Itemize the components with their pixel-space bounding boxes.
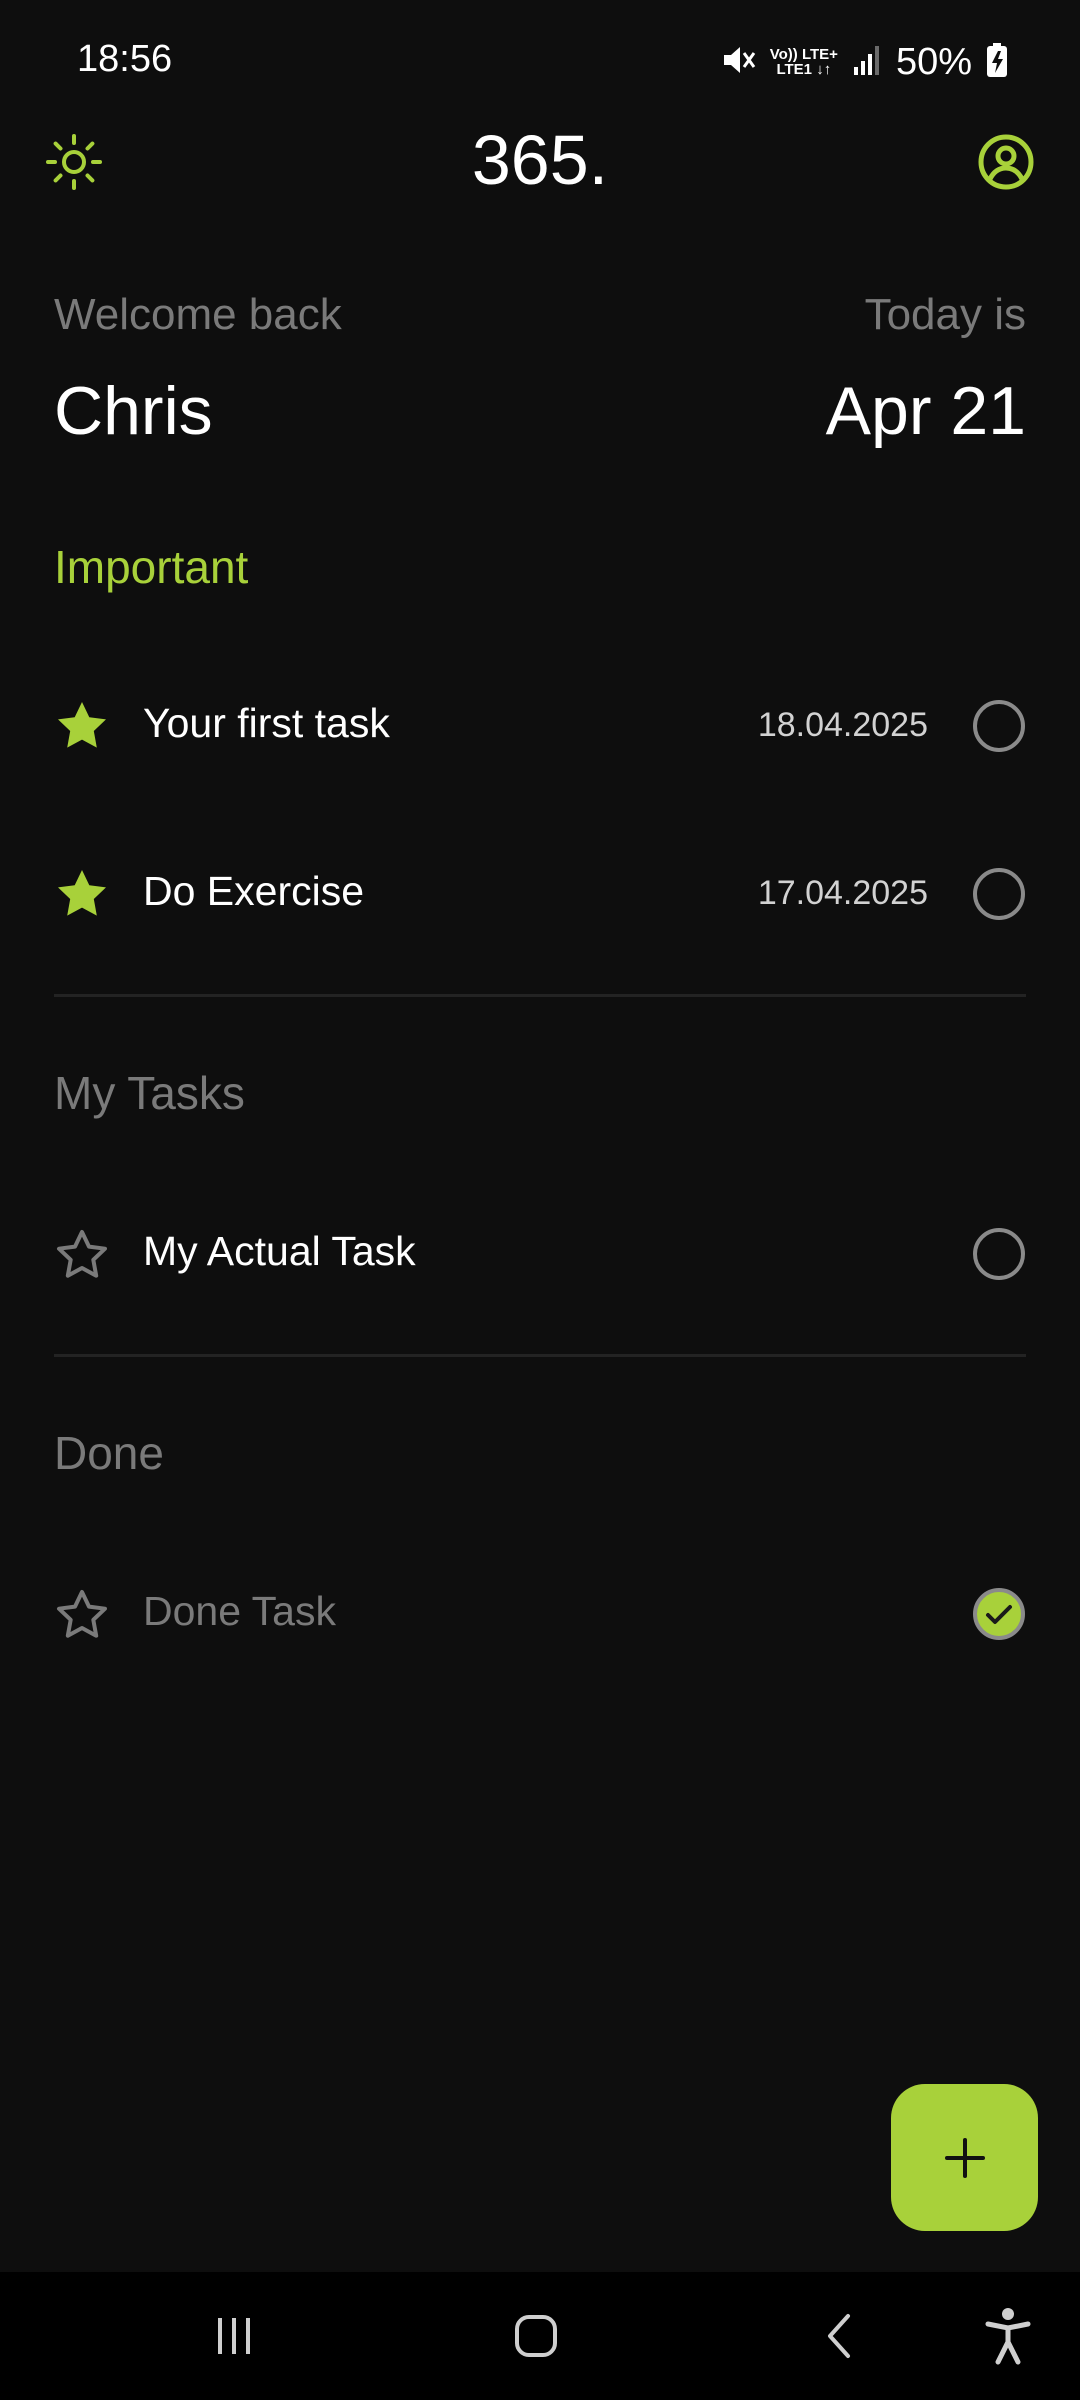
- signal-icon: [852, 43, 882, 82]
- task-title: My Actual Task: [143, 1228, 416, 1274]
- task-row[interactable]: Done Task: [54, 1560, 1026, 1670]
- today-label: Today is: [864, 290, 1026, 339]
- network-label: Vo)) LTE+ LTE1 ↓↑: [770, 47, 838, 77]
- greeting: Welcome back Chris Today is Apr 21: [54, 290, 1026, 460]
- status-icons: Vo)) LTE+ LTE1 ↓↑ 50%: [720, 38, 1008, 86]
- profile-icon: [978, 134, 1034, 190]
- task-title: Done Task: [143, 1588, 336, 1634]
- add-task-button[interactable]: [891, 2084, 1038, 2231]
- star-filled-icon[interactable]: [54, 699, 110, 755]
- accessibility-icon: [985, 2308, 1031, 2365]
- recent-apps-icon: [218, 2318, 250, 2354]
- battery-charging-icon: [986, 42, 1008, 83]
- user-name: Chris: [54, 373, 213, 449]
- task-date: 17.04.2025: [757, 874, 928, 912]
- section-title-important: Important: [54, 541, 249, 593]
- section-title-done: Done: [54, 1427, 164, 1479]
- task-checkbox[interactable]: [972, 1227, 1026, 1281]
- accessibility-button[interactable]: [976, 2304, 1040, 2368]
- task-row[interactable]: Your first task 18.04.2025: [54, 672, 1026, 782]
- status-time: 18:56: [77, 38, 173, 80]
- recent-apps-button[interactable]: [202, 2304, 266, 2368]
- app-bar: 365.: [0, 120, 1080, 200]
- home-button[interactable]: [504, 2304, 568, 2368]
- status-bar: 18:56 Vo)) LTE+ LTE1 ↓↑ 50%: [0, 0, 1080, 120]
- back-button[interactable]: [808, 2304, 872, 2368]
- task-date: 18.04.2025: [757, 706, 928, 744]
- star-outline-icon[interactable]: [54, 1587, 110, 1643]
- star-outline-icon[interactable]: [54, 1227, 110, 1283]
- task-title: Do Exercise: [143, 868, 365, 914]
- task-checkbox[interactable]: [972, 867, 1026, 921]
- profile-button[interactable]: [972, 128, 1040, 196]
- home-icon: [515, 2315, 557, 2357]
- system-nav-bar: [0, 2272, 1080, 2400]
- plus-icon: [944, 2137, 985, 2178]
- battery-percent: 50%: [895, 40, 972, 83]
- mute-icon: [720, 42, 756, 83]
- app-title: 365.: [471, 121, 609, 199]
- section-title-my-tasks: My Tasks: [54, 1067, 245, 1119]
- network-label-bottom: LTE1 ↓↑: [776, 61, 832, 78]
- task-row[interactable]: Do Exercise 17.04.2025: [54, 840, 1026, 950]
- back-icon: [828, 2314, 850, 2358]
- task-checkbox-checked[interactable]: [972, 1587, 1026, 1641]
- today-date: Apr 21: [825, 373, 1026, 449]
- task-title: Your first task: [143, 700, 390, 746]
- divider: [54, 1354, 1026, 1357]
- task-checkbox[interactable]: [972, 699, 1026, 753]
- divider: [54, 994, 1026, 997]
- task-row[interactable]: My Actual Task: [54, 1200, 1026, 1310]
- network-label-top: Vo)) LTE+: [769, 46, 838, 63]
- welcome-label: Welcome back: [54, 290, 342, 339]
- star-filled-icon[interactable]: [54, 867, 110, 923]
- screen: 18:56 Vo)) LTE+ LTE1 ↓↑ 50% 365. Welcome…: [0, 0, 1080, 2400]
